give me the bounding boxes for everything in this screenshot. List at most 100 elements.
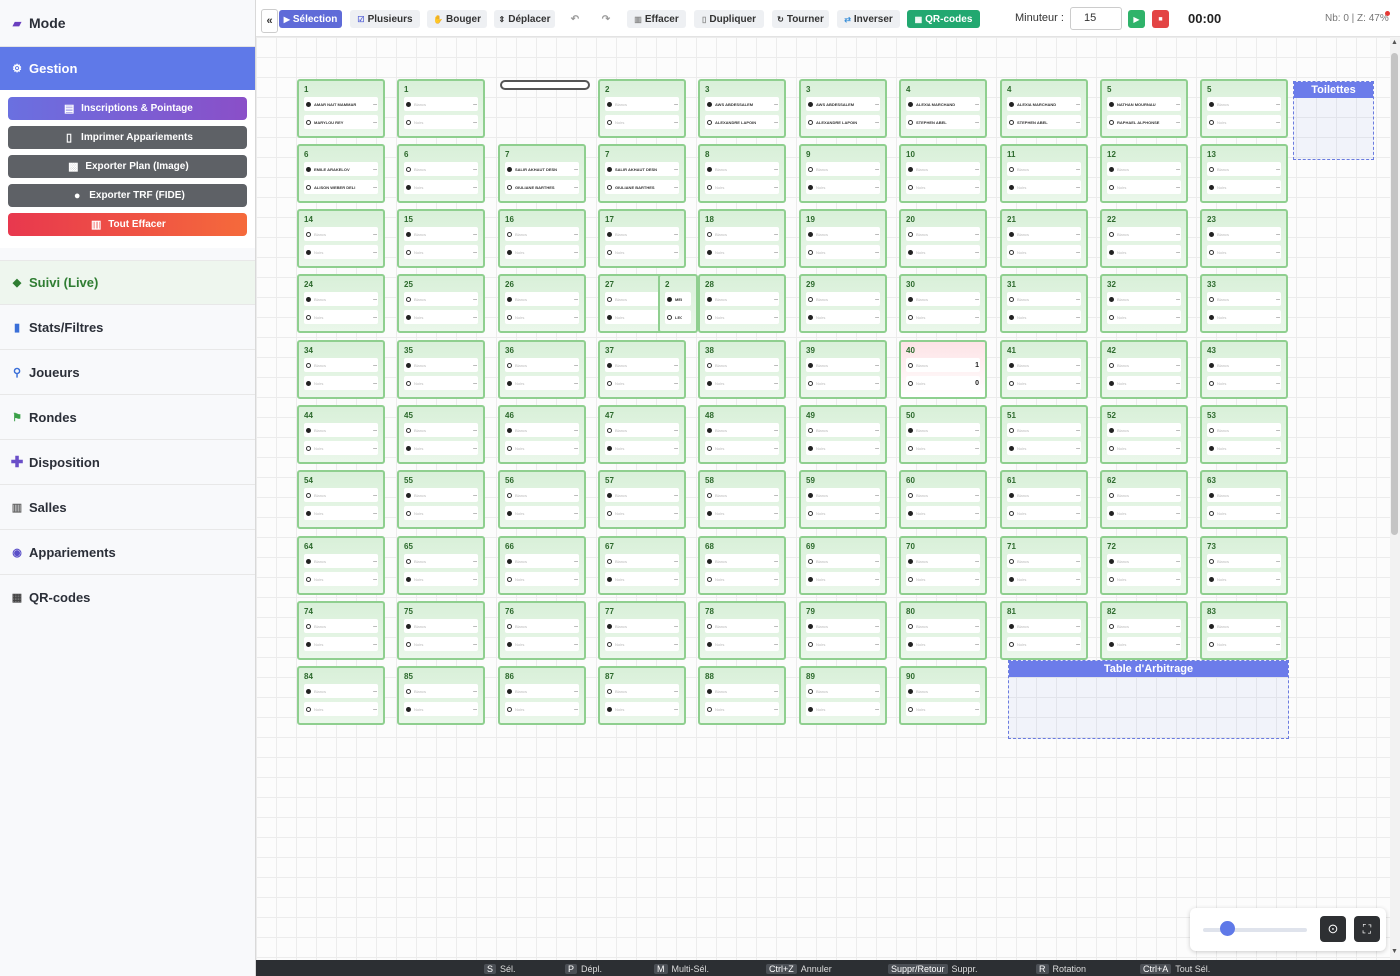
tool-effacer-button[interactable]: ▥ Effacer — [627, 10, 686, 28]
imprimer-button[interactable]: ▯ Imprimer Appariements — [8, 126, 247, 149]
board-seat[interactable]: Noirs – — [605, 702, 679, 716]
chess-table[interactable]: 53 Blancs – Noirs – — [1200, 405, 1288, 464]
board-seat[interactable]: Noirs – — [605, 376, 679, 390]
chess-table[interactable]: 89 Blancs – Noirs – — [799, 666, 887, 725]
chess-table[interactable]: 13 Blancs – Noirs – — [1200, 144, 1288, 203]
board-seat[interactable]: Noirs – — [304, 702, 378, 716]
board-seat[interactable]: Blancs – — [1107, 619, 1181, 633]
board-seat[interactable]: Noirs – — [505, 572, 579, 586]
board-seat[interactable]: GIULIANE BARTHES – — [605, 180, 679, 194]
minuteur-input[interactable]: 15 — [1070, 7, 1122, 30]
board-seat[interactable]: Blancs – — [304, 554, 378, 568]
board-seat[interactable]: Noirs – — [1207, 310, 1281, 324]
board-seat[interactable]: Noirs – — [906, 310, 980, 324]
chess-table[interactable]: 65 Blancs – Noirs – — [397, 536, 485, 595]
board-seat[interactable]: Blancs – — [1207, 292, 1281, 306]
board-seat[interactable]: Blancs – — [1207, 619, 1281, 633]
chess-table[interactable]: 18 Blancs – Noirs – — [698, 209, 786, 268]
chess-table[interactable]: 35 Blancs – Noirs – — [397, 340, 485, 399]
chess-table[interactable]: 46 Blancs – Noirs – — [498, 405, 586, 464]
zoom-slider-track[interactable] — [1203, 928, 1307, 932]
chess-table[interactable]: 14 Blancs – Noirs – — [297, 209, 385, 268]
board-seat[interactable]: Noirs – — [1207, 180, 1281, 194]
chess-table[interactable]: 5 Blancs – Noirs – — [1200, 79, 1288, 138]
board-seat[interactable]: Noirs – — [1007, 310, 1081, 324]
board-seat[interactable]: Noirs – — [1207, 637, 1281, 651]
board-seat[interactable]: Noirs – — [304, 572, 378, 586]
chess-table[interactable]: 38 Blancs – Noirs – — [698, 340, 786, 399]
tool-selection-button[interactable]: ▶ Sélection — [279, 10, 342, 28]
board-seat[interactable]: Blancs – — [404, 554, 478, 568]
sidebar-mode-header[interactable]: ▰ Mode — [0, 0, 255, 47]
board-seat[interactable]: Blancs – — [605, 619, 679, 633]
chess-table[interactable]: 79 Blancs – Noirs – — [799, 601, 887, 660]
chess-table[interactable]: 41 Blancs – Noirs – — [1000, 340, 1088, 399]
board-seat[interactable]: ALEXANDRE LAPOIN – — [806, 115, 880, 129]
board-seat[interactable]: Blancs – — [705, 684, 779, 698]
board-seat[interactable]: Noirs – — [906, 180, 980, 194]
chess-table[interactable]: 76 Blancs – Noirs – — [498, 601, 586, 660]
board-seat[interactable]: Blancs – — [1107, 358, 1181, 372]
board-seat[interactable]: Noirs – — [1107, 310, 1181, 324]
board-seat[interactable]: Blancs – — [505, 292, 579, 306]
board-seat[interactable]: Blancs – — [705, 423, 779, 437]
board-seat[interactable]: NATHAN MOURNAU – — [1107, 97, 1181, 111]
board-seat[interactable]: Blancs – — [505, 358, 579, 372]
scroll-up-arrow-icon[interactable]: ▲ — [1391, 39, 1398, 46]
board-seat[interactable]: Noirs – — [1207, 441, 1281, 455]
chess-table[interactable]: 23 Blancs – Noirs – — [1200, 209, 1288, 268]
board-seat[interactable]: Blancs – — [404, 423, 478, 437]
board-seat[interactable]: Blancs – — [304, 358, 378, 372]
chess-table[interactable]: 80 Blancs – Noirs – — [899, 601, 987, 660]
chess-table[interactable]: 47 Blancs – Noirs – — [598, 405, 686, 464]
board-seat[interactable]: Blancs – — [304, 292, 378, 306]
board-seat[interactable]: Noirs – — [404, 702, 478, 716]
board-seat[interactable]: Blancs – — [304, 619, 378, 633]
board-seat[interactable]: Noirs – — [304, 637, 378, 651]
timer-play-button[interactable]: ▶ — [1128, 10, 1145, 28]
separator-bar[interactable] — [500, 80, 590, 90]
chess-table[interactable]: 40 Blancs 1 Noirs 0 — [899, 340, 987, 399]
board-seat[interactable]: Noirs – — [304, 245, 378, 259]
board-seat[interactable]: Noirs – — [304, 506, 378, 520]
board-seat[interactable]: Blancs – — [705, 358, 779, 372]
board-seat[interactable]: Noirs – — [404, 441, 478, 455]
chess-table[interactable]: 37 Blancs – Noirs – — [598, 340, 686, 399]
board-seat[interactable]: Noirs – — [806, 441, 880, 455]
chess-table[interactable]: 58 Blancs – Noirs – — [698, 470, 786, 529]
sidebar-item-disposition[interactable]: ✚ Disposition — [0, 440, 255, 485]
board-seat[interactable]: Noirs – — [806, 310, 880, 324]
chess-table[interactable]: 86 Blancs – Noirs – — [498, 666, 586, 725]
board-seat[interactable]: Noirs – — [605, 506, 679, 520]
chess-table[interactable]: 51 Blancs – Noirs – — [1000, 405, 1088, 464]
board-seat[interactable]: Blancs – — [906, 227, 980, 241]
tool-dupliquer-button[interactable]: ▯ Dupliquer — [694, 10, 764, 28]
board-seat[interactable]: Noirs – — [806, 245, 880, 259]
chess-table[interactable]: 55 Blancs – Noirs – — [397, 470, 485, 529]
board-seat[interactable]: Noirs – — [1007, 441, 1081, 455]
board-seat[interactable]: Blancs – — [906, 162, 980, 176]
chess-table[interactable]: 57 Blancs – Noirs – — [598, 470, 686, 529]
board-seat[interactable]: Blancs – — [404, 162, 478, 176]
chess-table[interactable]: 30 Blancs – Noirs – — [899, 274, 987, 333]
board-seat[interactable]: Noirs – — [705, 310, 779, 324]
exporter-plan-button[interactable]: ▩ Exporter Plan (Image) — [8, 155, 247, 178]
board-seat[interactable]: Blancs – — [404, 292, 478, 306]
chess-table[interactable]: 75 Blancs – Noirs – — [397, 601, 485, 660]
board-seat[interactable]: Noirs – — [806, 180, 880, 194]
board-seat[interactable]: Blancs – — [806, 619, 880, 633]
chess-table[interactable]: 17 Blancs – Noirs – — [598, 209, 686, 268]
chess-table[interactable]: 81 Blancs – Noirs – — [1000, 601, 1088, 660]
board-seat[interactable]: Noirs – — [705, 180, 779, 194]
board-seat[interactable]: Noirs – — [906, 245, 980, 259]
board-seat[interactable]: Blancs 1 — [906, 358, 980, 372]
board-seat[interactable]: Blancs – — [605, 227, 679, 241]
board-seat[interactable]: Noirs – — [1007, 506, 1081, 520]
board-seat[interactable]: Blancs – — [1207, 227, 1281, 241]
board-seat[interactable]: Noirs – — [705, 572, 779, 586]
board-seat[interactable]: Blancs – — [1107, 162, 1181, 176]
board-seat[interactable]: Blancs – — [806, 554, 880, 568]
board-seat[interactable]: Blancs – — [304, 684, 378, 698]
board-seat[interactable]: STEPHEN ABEL – — [906, 115, 980, 129]
chess-table[interactable]: 31 Blancs – Noirs – — [1000, 274, 1088, 333]
